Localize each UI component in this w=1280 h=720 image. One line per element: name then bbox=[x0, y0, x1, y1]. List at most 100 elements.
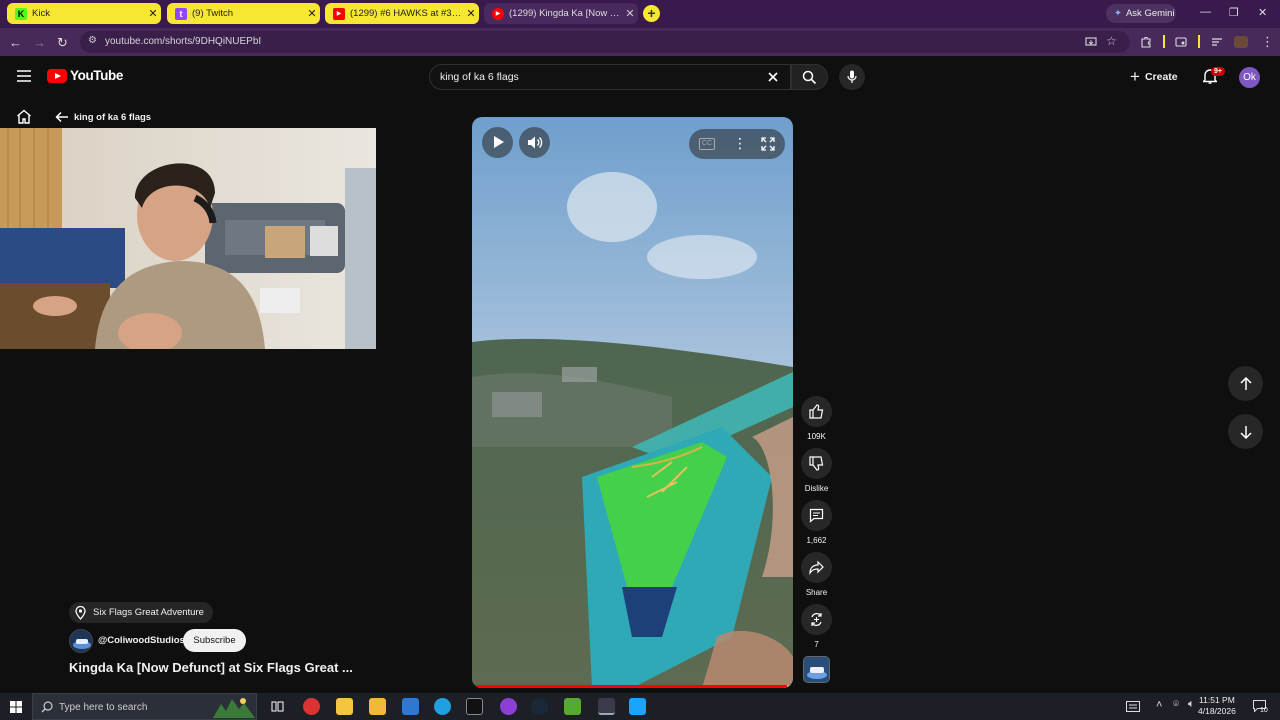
minimize-icon[interactable]: — bbox=[1200, 6, 1211, 18]
close-tab-icon[interactable]: ✕ bbox=[304, 7, 320, 20]
tab-title: (1299) Kingda Ka [Now Defunct] bbox=[509, 8, 622, 19]
messenger-app-icon[interactable] bbox=[500, 698, 517, 715]
search-breadcrumb[interactable]: king of ka 6 flags bbox=[74, 112, 151, 123]
previous-short-button[interactable] bbox=[1228, 366, 1263, 401]
remix-button[interactable] bbox=[801, 604, 832, 635]
url-text: youtube.com/shorts/9DHQiNUEPbI bbox=[105, 36, 262, 47]
windows-start-icon[interactable] bbox=[10, 701, 22, 713]
search-icon bbox=[41, 701, 53, 713]
location-label: Six Flags Great Adventure bbox=[93, 607, 204, 618]
active-app-icon[interactable] bbox=[629, 698, 646, 715]
short-title[interactable]: Kingda Ka [Now Defunct] at Six Flags Gre… bbox=[69, 660, 353, 675]
youtube-logo[interactable]: YouTube bbox=[47, 68, 123, 83]
terminal-app-icon[interactable] bbox=[466, 698, 483, 715]
location-chip[interactable]: Six Flags Great Adventure bbox=[69, 602, 213, 623]
dislike-button[interactable] bbox=[801, 448, 832, 479]
share-button[interactable] bbox=[801, 552, 832, 583]
edge-app-icon[interactable] bbox=[434, 698, 451, 715]
close-tab-icon[interactable]: ✕ bbox=[622, 7, 638, 20]
video-progress-bar[interactable] bbox=[472, 685, 793, 688]
tab-twitch[interactable]: t (9) Twitch ✕ bbox=[167, 3, 320, 24]
tab-youtube-knicks[interactable]: ▶ (1299) #6 HAWKS at #3 KNICKS ✕ bbox=[325, 3, 479, 24]
hamburger-menu-icon[interactable] bbox=[17, 70, 31, 82]
store-app-icon[interactable] bbox=[336, 698, 353, 715]
back-arrow-icon[interactable] bbox=[55, 111, 69, 123]
obs-app-icon[interactable] bbox=[303, 698, 320, 715]
play-icon bbox=[494, 136, 504, 148]
next-short-button[interactable] bbox=[1228, 414, 1263, 449]
new-tab-button[interactable]: + bbox=[643, 5, 660, 22]
network-icon[interactable]: ⌾ bbox=[1173, 699, 1179, 710]
close-window-icon[interactable]: ✕ bbox=[1258, 6, 1267, 19]
steam-app-icon[interactable] bbox=[531, 698, 548, 715]
restore-icon[interactable]: ❐ bbox=[1229, 6, 1239, 19]
media-control-icon[interactable] bbox=[1175, 36, 1187, 48]
account-avatar[interactable]: Ok bbox=[1239, 67, 1260, 88]
remix-action[interactable]: 7 bbox=[801, 604, 832, 649]
voice-search-button[interactable] bbox=[839, 64, 865, 90]
home-icon[interactable] bbox=[16, 109, 32, 124]
extensions-icon[interactable] bbox=[1140, 36, 1152, 48]
reload-icon[interactable]: ↻ bbox=[57, 35, 68, 51]
game-app-icon[interactable] bbox=[564, 698, 581, 715]
arrow-down-icon bbox=[1239, 425, 1252, 439]
dislike-label: Dislike bbox=[804, 484, 829, 493]
tab-kick[interactable]: K Kick ✕ bbox=[7, 3, 161, 24]
channel-avatar-image bbox=[70, 630, 92, 652]
profile-avatar-icon[interactable] bbox=[1234, 36, 1248, 48]
taskbar-search-box[interactable]: Type here to search bbox=[32, 693, 257, 720]
like-action[interactable]: 109K bbox=[801, 396, 832, 441]
fullscreen-icon[interactable] bbox=[761, 137, 775, 151]
back-arrow-icon[interactable]: ← bbox=[9, 35, 22, 50]
short-video-player[interactable]: CC ⋮ bbox=[472, 117, 793, 688]
windows-taskbar: Type here to search ˄ ⌾ 🔈︎ 11:51 PM 4/18… bbox=[0, 693, 1280, 720]
forward-arrow-icon[interactable]: → bbox=[33, 35, 46, 50]
like-button[interactable] bbox=[801, 396, 832, 427]
search-button[interactable] bbox=[791, 64, 828, 90]
search-query-text: king of ka 6 flags bbox=[440, 71, 519, 83]
reading-list-icon[interactable] bbox=[1211, 36, 1223, 48]
task-view-icon[interactable] bbox=[271, 700, 284, 713]
speaker-icon[interactable]: 🔈︎ bbox=[1188, 698, 1195, 711]
tab-title: Kick bbox=[32, 8, 50, 19]
share-action[interactable]: Share bbox=[801, 552, 832, 597]
location-pin-icon bbox=[75, 605, 86, 620]
more-menu-icon[interactable]: ⋮ bbox=[1261, 34, 1274, 50]
system-clock[interactable]: 11:51 PM 4/18/2026 bbox=[1198, 695, 1236, 717]
toolbar-divider bbox=[1163, 35, 1165, 48]
browser-app-icon[interactable] bbox=[598, 698, 615, 715]
site-info-icon[interactable]: ⚙ bbox=[88, 35, 97, 46]
comments-button[interactable] bbox=[801, 500, 832, 531]
url-field[interactable]: ⚙ youtube.com/shorts/9DHQiNUEPbI ☆ bbox=[80, 31, 1130, 53]
arrow-up-icon bbox=[1239, 376, 1252, 390]
channel-avatar[interactable] bbox=[69, 629, 93, 653]
tab-youtube-kingda-ka[interactable]: ▶ (1299) Kingda Ka [Now Defunct] ✕ bbox=[484, 3, 638, 24]
channel-name[interactable]: @ColiwoodStudios bbox=[98, 635, 185, 646]
close-tab-icon[interactable]: ✕ bbox=[463, 7, 479, 20]
ask-gemini-button[interactable]: ✦ Ask Gemini bbox=[1106, 4, 1176, 23]
clear-search-icon[interactable] bbox=[766, 70, 780, 84]
volume-button[interactable] bbox=[519, 127, 550, 158]
thumbs-down-icon bbox=[809, 456, 824, 471]
bookmark-star-icon[interactable]: ☆ bbox=[1106, 34, 1117, 48]
more-options-icon[interactable]: ⋮ bbox=[733, 135, 747, 152]
subscribe-button[interactable]: Subscribe bbox=[183, 629, 246, 652]
video-controls-pill: CC ⋮ bbox=[689, 129, 785, 159]
close-tab-icon[interactable]: ✕ bbox=[145, 7, 161, 20]
dislike-action[interactable]: Dislike bbox=[801, 448, 832, 493]
chevron-up-icon[interactable]: ˄ bbox=[1156, 699, 1162, 711]
mail-app-icon[interactable] bbox=[402, 698, 419, 715]
gemini-sparkle-icon: ✦ bbox=[1114, 8, 1122, 19]
search-input[interactable]: king of ka 6 flags bbox=[429, 64, 791, 90]
keyboard-icon[interactable] bbox=[1126, 701, 1140, 712]
sound-thumbnail-image bbox=[804, 657, 829, 682]
comments-action[interactable]: 1,662 bbox=[801, 500, 832, 545]
sound-thumbnail[interactable] bbox=[803, 656, 830, 683]
create-button[interactable]: + Create bbox=[1130, 66, 1178, 88]
install-app-icon[interactable] bbox=[1085, 36, 1097, 48]
play-button[interactable] bbox=[482, 127, 513, 158]
captions-icon[interactable]: CC bbox=[699, 138, 716, 150]
file-explorer-icon[interactable] bbox=[369, 698, 386, 715]
browser-tab-bar: K Kick ✕ t (9) Twitch ✕ ▶ (1299) #6 HAWK… bbox=[0, 0, 1280, 28]
notifications-badge: 9+ bbox=[1211, 67, 1225, 76]
